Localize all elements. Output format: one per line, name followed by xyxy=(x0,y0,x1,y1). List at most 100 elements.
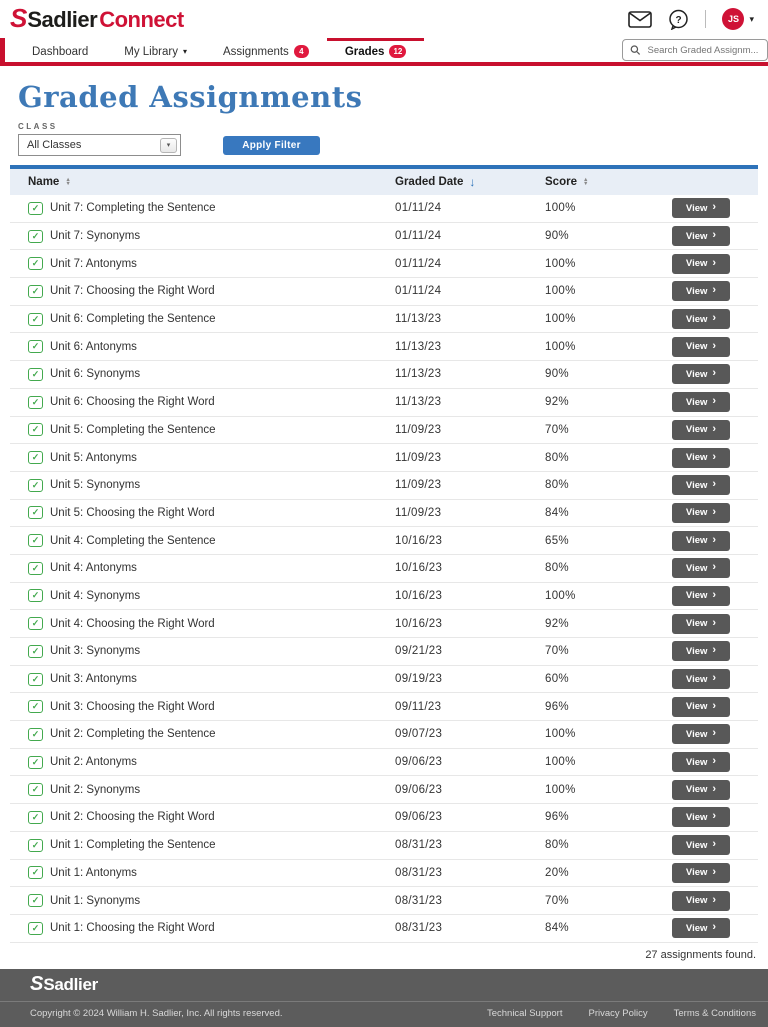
nav-item-my-library[interactable]: My Library ▾ xyxy=(106,38,205,62)
view-button[interactable]: View › xyxy=(672,253,730,274)
view-button-label: View xyxy=(685,728,708,740)
table-row: ✓ Unit 6: Choosing the Right Word 11/13/… xyxy=(10,388,758,417)
view-button[interactable]: View › xyxy=(672,447,730,468)
view-cell: View › xyxy=(672,724,758,745)
terms-conditions-link[interactable]: Terms & Conditions xyxy=(674,1008,756,1019)
view-button[interactable]: View › xyxy=(672,502,730,523)
view-button[interactable]: View › xyxy=(672,641,730,662)
nav-label: Dashboard xyxy=(32,45,89,58)
sort-descending-icon[interactable]: ↓ xyxy=(469,175,475,189)
view-button[interactable]: View › xyxy=(672,198,730,219)
table-row: ✓ Unit 1: Completing the Sentence 08/31/… xyxy=(10,831,758,860)
chevron-right-icon: › xyxy=(712,644,717,657)
view-button[interactable]: View › xyxy=(672,696,730,717)
view-button-label: View xyxy=(685,230,708,242)
view-button[interactable]: View › xyxy=(672,530,730,551)
view-button[interactable]: View › xyxy=(672,475,730,496)
privacy-policy-link[interactable]: Privacy Policy xyxy=(589,1008,648,1019)
view-button[interactable]: View › xyxy=(672,309,730,330)
view-button[interactable]: View › xyxy=(672,918,730,939)
technical-support-link[interactable]: Technical Support xyxy=(487,1008,563,1019)
score: 100% xyxy=(545,589,576,602)
sadlier-s-icon: S xyxy=(10,3,27,33)
view-button-label: View xyxy=(685,452,708,464)
score: 100% xyxy=(545,340,576,353)
graded-date: 09/06/23 xyxy=(395,811,443,824)
score: 90% xyxy=(545,230,569,243)
view-button-label: View xyxy=(685,258,708,270)
class-select[interactable]: All Classes ▾ xyxy=(18,134,181,156)
view-button[interactable]: View › xyxy=(672,336,730,357)
view-button[interactable]: View › xyxy=(672,392,730,413)
table-row: ✓ Unit 4: Synonyms 10/16/23 100% View › xyxy=(10,582,758,611)
chevron-right-icon: › xyxy=(712,588,717,601)
view-button[interactable]: View › xyxy=(672,226,730,247)
view-button-label: View xyxy=(685,645,708,657)
footer-links: Technical Support Privacy Policy Terms &… xyxy=(487,1008,756,1019)
graded-date: 09/07/23 xyxy=(395,728,443,741)
view-button[interactable]: View › xyxy=(672,752,730,773)
assignment-check-icon: ✓ xyxy=(28,700,43,714)
column-header-score[interactable]: Score ▲ ▼ xyxy=(535,176,672,188)
graded-date: 09/21/23 xyxy=(395,645,443,658)
graded-date: 01/11/24 xyxy=(395,285,442,298)
nav-item-grades[interactable]: Grades 12 xyxy=(326,38,425,62)
nav-red-edge xyxy=(0,38,5,66)
view-button[interactable]: View › xyxy=(672,558,730,579)
score: 70% xyxy=(545,645,569,658)
sort-icon[interactable]: ▲ ▼ xyxy=(582,177,589,187)
view-button[interactable]: View › xyxy=(672,835,730,856)
view-button-label: View xyxy=(685,618,708,630)
nav-item-assignments[interactable]: Assignments 4 xyxy=(205,38,327,62)
view-button[interactable]: View › xyxy=(672,890,730,911)
assignment-name: Unit 3: Choosing the Right Word xyxy=(50,700,215,713)
table-row: ✓ Unit 2: Completing the Sentence 09/07/… xyxy=(10,721,758,749)
row-icon-cell: ✓ xyxy=(10,201,50,215)
row-icon-cell: ✓ xyxy=(10,451,50,465)
table-row: ✓ Unit 5: Synonyms 11/09/23 80% View › xyxy=(10,471,758,500)
column-header-name[interactable]: Name ▲ ▼ xyxy=(10,176,385,188)
assignment-name: Unit 4: Completing the Sentence xyxy=(50,534,216,547)
view-cell: View › xyxy=(672,392,758,413)
view-button[interactable]: View › xyxy=(672,779,730,800)
graded-date: 01/11/24 xyxy=(395,202,442,215)
assignment-name: Unit 4: Choosing the Right Word xyxy=(50,617,215,630)
search-input[interactable] xyxy=(645,43,760,57)
view-button[interactable]: View › xyxy=(672,419,730,440)
view-button[interactable]: View › xyxy=(672,807,730,828)
score: 65% xyxy=(545,534,569,547)
view-cell: View › xyxy=(672,226,758,247)
sadlier-footer-logo[interactable]: S Sadlier xyxy=(30,974,98,995)
table-row: ✓ Unit 7: Choosing the Right Word 01/11/… xyxy=(10,278,758,306)
score: 70% xyxy=(545,894,569,907)
help-button[interactable]: ? xyxy=(668,9,689,30)
assignment-check-icon: ✓ xyxy=(28,312,43,326)
sort-icon[interactable]: ▲ ▼ xyxy=(65,177,70,187)
view-button[interactable]: View › xyxy=(672,862,730,883)
nav-item-dashboard[interactable]: Dashboard xyxy=(14,38,106,62)
graded-date: 09/06/23 xyxy=(395,756,443,769)
messages-button[interactable] xyxy=(628,10,653,28)
graded-date: 01/11/24 xyxy=(395,257,442,270)
view-button-label: View xyxy=(685,811,708,823)
graded-date: 11/13/23 xyxy=(395,313,442,326)
sadlier-connect-logo[interactable]: S Sadlier Connect xyxy=(10,5,184,33)
view-button[interactable]: View › xyxy=(672,669,730,690)
view-cell: View › xyxy=(672,198,758,219)
apply-filter-button[interactable]: Apply Filter xyxy=(223,135,320,155)
select-dropdown-button[interactable]: ▾ xyxy=(160,137,177,153)
view-button[interactable]: View › xyxy=(672,613,730,634)
view-button[interactable]: View › xyxy=(672,364,730,385)
view-button[interactable]: View › xyxy=(672,724,730,745)
sort-down-icon: ▼ xyxy=(582,181,589,187)
view-button-label: View xyxy=(685,507,708,519)
chevron-right-icon: › xyxy=(712,201,717,214)
grades-count-badge: 12 xyxy=(389,45,407,58)
user-menu[interactable]: JS ▾ xyxy=(722,8,754,30)
view-button[interactable]: View › xyxy=(672,585,730,606)
view-button[interactable]: View › xyxy=(672,281,730,302)
column-header-graded-date[interactable]: Graded Date ↓ xyxy=(385,175,535,189)
view-cell: View › xyxy=(672,502,758,523)
view-cell: View › xyxy=(672,779,758,800)
assignment-name: Unit 5: Completing the Sentence xyxy=(50,423,216,436)
